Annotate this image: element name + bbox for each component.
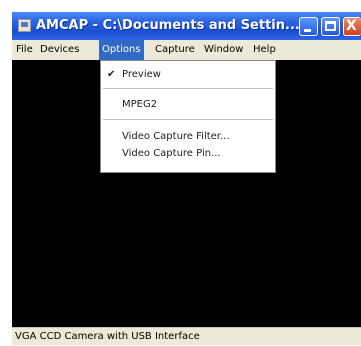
menu-separator — [103, 88, 273, 89]
close-button[interactable]: X — [343, 17, 361, 36]
window-title: AMCAP - C:\Documents and Settin... — [36, 18, 300, 33]
amcap-window: AMCAP - C:\Documents and Settin... X Fil… — [12, 12, 361, 345]
menu-options[interactable]: Options — [99, 40, 144, 60]
menu-bar: File Devices Options Capture Window Help — [12, 40, 361, 60]
checkmark-icon: ✔ — [107, 69, 116, 80]
menu-item-video-capture-pin[interactable]: Video Capture Pin... — [101, 146, 275, 162]
menu-devices[interactable]: Devices — [37, 40, 82, 60]
menu-window[interactable]: Window — [201, 40, 246, 60]
status-text: VGA CCD Camera with USB Interface — [15, 331, 200, 342]
maximize-button[interactable] — [321, 17, 340, 36]
menu-item-label: Preview — [122, 69, 161, 80]
menu-item-video-capture-filter[interactable]: Video Capture Filter... — [101, 129, 275, 145]
menu-help[interactable]: Help — [250, 40, 279, 60]
menu-separator — [103, 119, 273, 120]
menu-file[interactable]: File — [13, 40, 36, 60]
menu-item-mpeg2[interactable]: MPEG2 — [101, 97, 275, 113]
menu-item-label: Video Capture Pin... — [122, 148, 221, 159]
close-icon: X — [346, 18, 357, 34]
menu-item-preview[interactable]: ✔ Preview — [101, 67, 275, 83]
title-bar[interactable]: AMCAP - C:\Documents and Settin... X — [12, 12, 361, 40]
minimize-button[interactable] — [299, 17, 318, 36]
options-dropdown-menu: ✔ Preview MPEG2 Video Capture Filter... … — [100, 60, 276, 173]
app-icon[interactable] — [18, 19, 31, 32]
menu-item-label: Video Capture Filter... — [122, 131, 230, 142]
status-bar: VGA CCD Camera with USB Interface — [12, 327, 361, 345]
maximize-icon — [325, 21, 336, 31]
menu-item-label: MPEG2 — [122, 99, 158, 110]
menu-capture[interactable]: Capture — [152, 40, 198, 60]
minimize-icon — [304, 29, 311, 32]
